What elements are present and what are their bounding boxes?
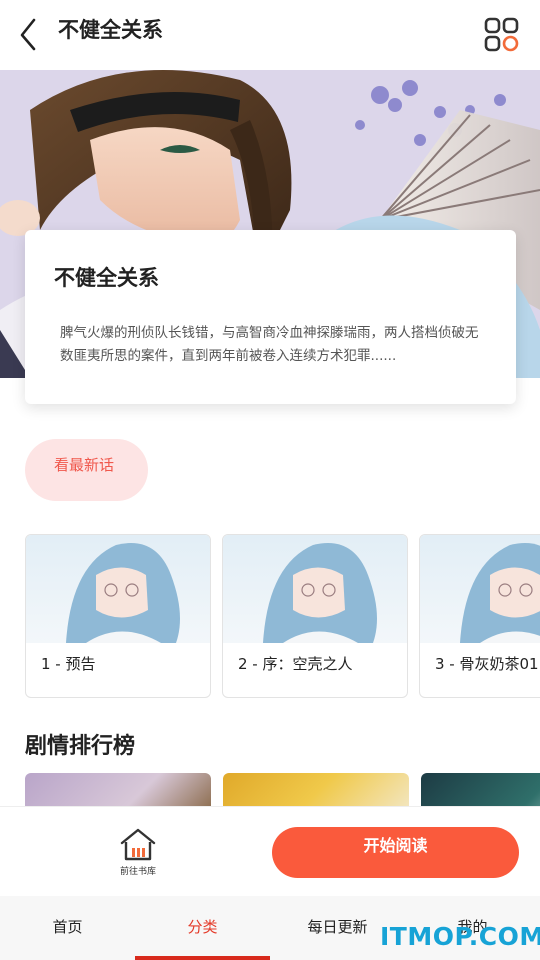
start-reading-button[interactable]: 开始阅读	[272, 827, 519, 878]
page-title: 不健全关系	[58, 18, 163, 42]
tab-home[interactable]: 首页	[0, 896, 135, 960]
episode-title: 2 - 序：空壳之人	[238, 655, 353, 673]
comic-title: 不健全关系	[54, 266, 159, 290]
library-button[interactable]: 前往书库	[112, 827, 164, 881]
latest-chapter-button[interactable]: 看最新话	[25, 439, 148, 501]
comic-info-card: 不健全关系 脾气火爆的刑侦队长钱错，与高智商冷血神探滕瑞雨，两人搭档侦破无数匪夷…	[25, 230, 516, 404]
ranking-section-title: 剧情排行榜	[25, 734, 136, 759]
episode-thumbnail	[26, 535, 210, 643]
back-arrow-icon[interactable]	[14, 16, 46, 52]
tab-category[interactable]: 分类	[135, 896, 270, 960]
episode-thumbnail	[420, 535, 540, 643]
episode-card[interactable]: 2 - 序：空壳之人	[222, 534, 408, 698]
watermark: ITMOP.COM	[380, 922, 540, 951]
episode-title: 3 - 骨灰奶茶01	[435, 655, 539, 673]
active-tab-indicator	[135, 956, 270, 960]
bottom-action-bar: 前往书库 开始阅读	[0, 806, 540, 896]
library-label: 前往书库	[119, 867, 156, 877]
episode-title: 1 - 预告	[41, 655, 96, 673]
episode-card[interactable]: 3 - 骨灰奶茶01	[419, 534, 540, 698]
bookshelf-icon	[120, 828, 156, 861]
grid-apps-icon[interactable]	[484, 17, 520, 53]
top-header: 不健全关系	[0, 0, 540, 70]
episode-thumbnail	[223, 535, 407, 643]
episode-list: 1 - 预告 2 - 序：空壳之人 3 - 骨灰奶茶01	[25, 534, 540, 698]
episode-card[interactable]: 1 - 预告	[25, 534, 211, 698]
comic-description: 脾气火爆的刑侦队长钱错，与高智商冷血神探滕瑞雨，两人搭档侦破无数匪夷所思的案件，…	[60, 325, 479, 364]
